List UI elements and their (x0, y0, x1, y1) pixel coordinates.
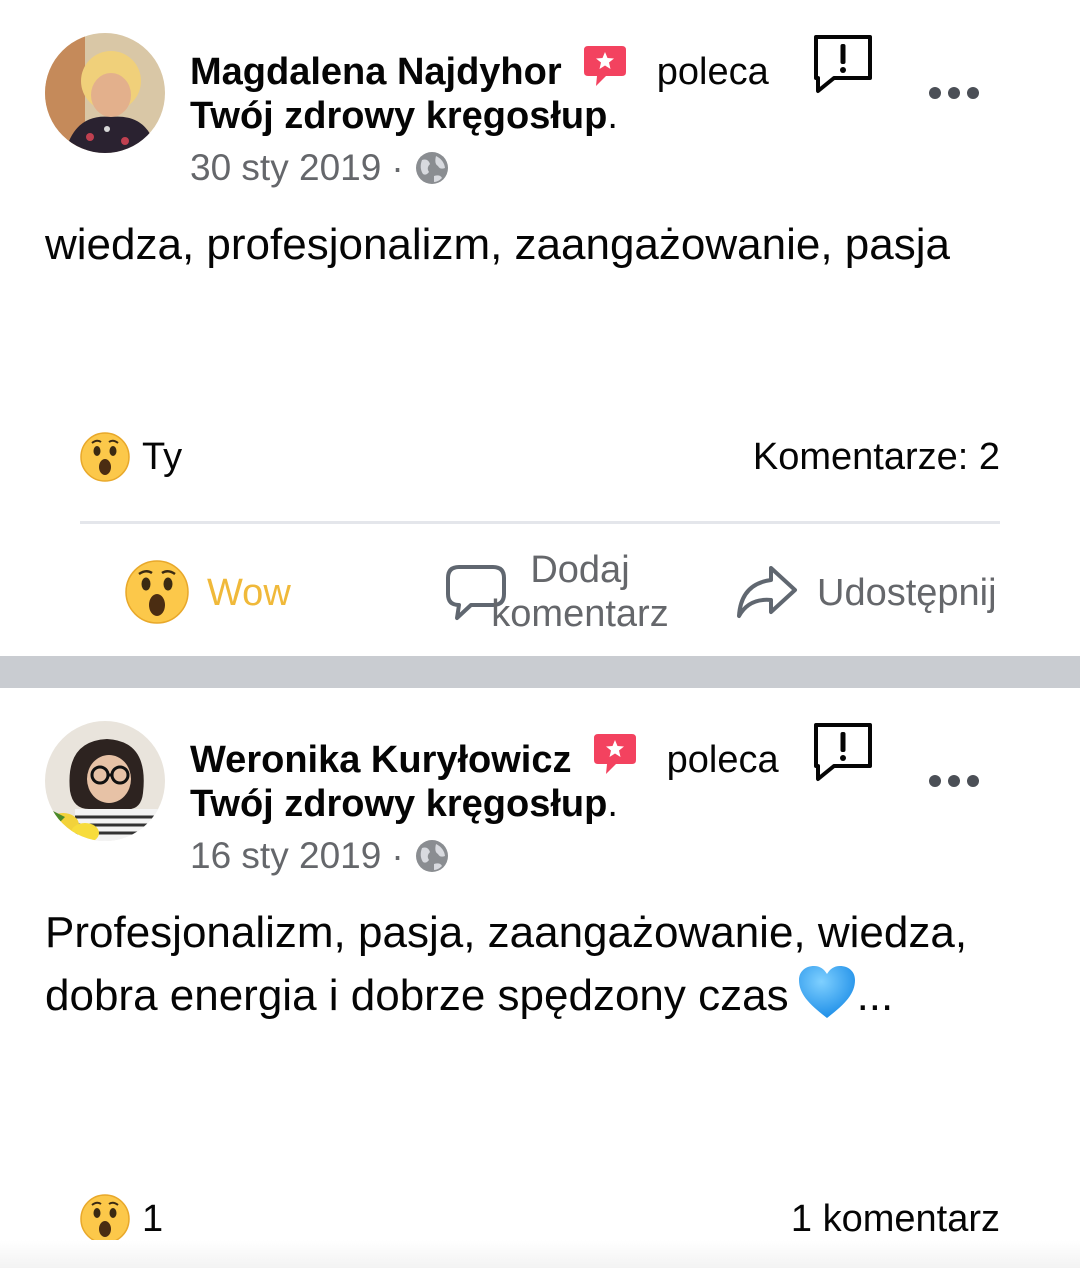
post-meta: 30 sty 2019 · (190, 145, 450, 191)
react-button[interactable]: Wow (125, 540, 365, 640)
comments-count[interactable]: 1 komentarz (791, 1196, 1000, 1242)
recommends-label: poleca (656, 51, 769, 93)
action-bar: Wow Dodaj komentarz Udostępnij (0, 540, 1080, 640)
globe-icon (415, 840, 448, 872)
post-card: Magdalena Najdyhor poleca Twój zdrowy kr… (0, 0, 1080, 656)
globe-icon (415, 152, 448, 184)
post-meta: 16 sty 2019 · (190, 833, 450, 879)
recommended-page: Twój zdrowy kręgosłup. (190, 95, 618, 137)
share-icon (737, 566, 797, 618)
reaction-summary-row: 1 1 komentarz (80, 1188, 1000, 1248)
page-name[interactable]: Twój zdrowy kręgosłup (190, 783, 607, 825)
reaction-summary-label[interactable]: Ty (142, 434, 182, 480)
author-name[interactable]: Magdalena Najdyhor (190, 51, 562, 93)
avatar[interactable] (45, 721, 165, 841)
recommends-label: poleca (666, 739, 779, 781)
wow-emoji-icon[interactable] (80, 432, 130, 482)
react-label: Wow (207, 572, 291, 614)
report-icon[interactable] (812, 34, 874, 94)
card-bottom-edge (0, 1240, 1080, 1268)
wow-emoji-icon[interactable] (80, 1194, 130, 1244)
reaction-summary-row: Ty Komentarze: 2 (80, 426, 1000, 486)
recommended-page: Twój zdrowy kręgosłup. (190, 783, 618, 825)
comments-count[interactable]: Komentarze: 2 (753, 434, 1000, 480)
comment-label: Dodaj komentarz (491, 549, 669, 635)
blue-heart-emoji (798, 966, 855, 1018)
post-date[interactable]: 30 sty 2019 (190, 147, 381, 188)
post-header: Weronika Kuryłowicz poleca (190, 732, 779, 783)
recommend-badge-icon (594, 734, 637, 774)
comment-button[interactable]: Dodaj komentarz (445, 540, 695, 640)
share-button[interactable]: Udostępnij (735, 540, 1015, 640)
page-name[interactable]: Twój zdrowy kręgosłup (190, 95, 607, 137)
post-text: wiedza, profesjonalizm, zaangażowanie, p… (45, 220, 950, 269)
feed-separator (0, 656, 1080, 688)
avatar[interactable] (45, 33, 165, 153)
report-icon[interactable] (812, 722, 874, 782)
post-header: Magdalena Najdyhor poleca (190, 44, 769, 95)
author-name[interactable]: Weronika Kuryłowicz (190, 739, 572, 781)
more-icon[interactable] (926, 80, 982, 106)
more-icon[interactable] (926, 768, 982, 794)
recommend-badge-icon (584, 46, 627, 86)
post-date[interactable]: 16 sty 2019 (190, 835, 381, 876)
divider (80, 521, 1000, 524)
wow-emoji-icon (125, 560, 189, 624)
post-text-ellipsis: ... (856, 971, 894, 1020)
reaction-count[interactable]: 1 (142, 1196, 163, 1242)
post-text: Profesjonalizm, pasja, zaangażowanie, wi… (45, 902, 975, 1027)
share-label: Udostępnij (817, 572, 997, 614)
post-card: Weronika Kuryłowicz poleca Twój zdrowy k… (0, 688, 1080, 1268)
